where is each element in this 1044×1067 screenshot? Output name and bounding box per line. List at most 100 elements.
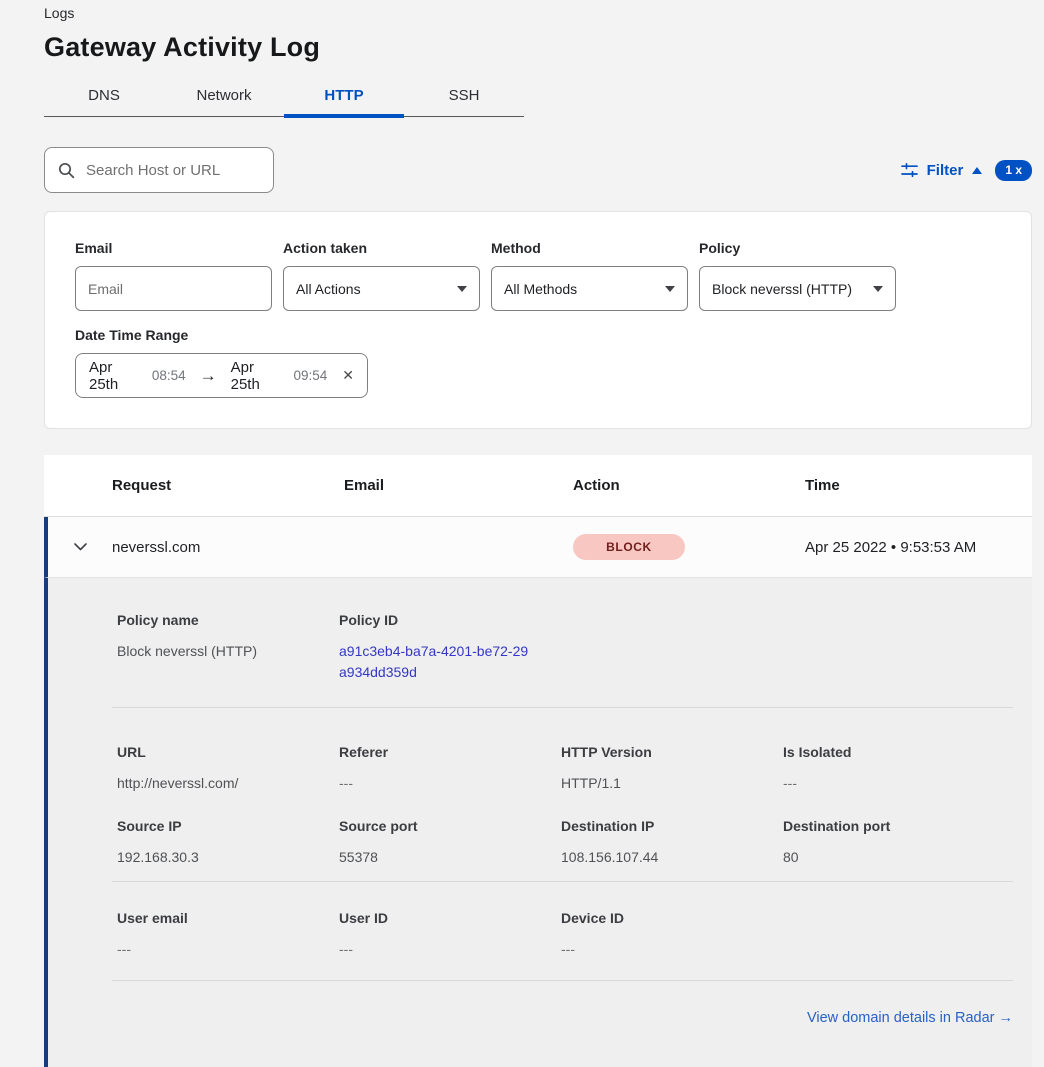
action-taken-label: Action taken bbox=[283, 240, 480, 257]
action-taken-select[interactable]: All Actions bbox=[283, 266, 480, 311]
column-header-email: Email bbox=[344, 477, 573, 494]
date-range-label: Date Time Range bbox=[75, 327, 1001, 344]
device-id-value: --- bbox=[561, 939, 783, 960]
radar-link-label: View domain details in Radar bbox=[807, 1010, 995, 1026]
breadcrumb: Logs bbox=[44, 4, 1032, 22]
user-email-field: User email --- bbox=[117, 910, 339, 960]
row-expand-toggle[interactable] bbox=[48, 543, 112, 551]
activity-log-table: Request Email Action Time neverssl.com B… bbox=[44, 455, 1032, 1067]
end-time[interactable]: 09:54 bbox=[293, 368, 327, 383]
method-value: All Methods bbox=[504, 281, 577, 297]
policy-id-field: Policy ID a91c3eb4-ba7a-4201-be72-29a934… bbox=[339, 612, 1013, 683]
destination-port-field: Destination port 80 bbox=[783, 818, 1013, 868]
is-isolated-value: --- bbox=[783, 773, 1013, 794]
email-input[interactable] bbox=[75, 266, 272, 311]
action-taken-value: All Actions bbox=[296, 281, 361, 297]
source-port-value: 55378 bbox=[339, 847, 561, 868]
url-label: URL bbox=[117, 744, 339, 761]
radar-link[interactable]: View domain details in Radar → bbox=[807, 1010, 1013, 1026]
filter-field-action-taken: Action taken All Actions bbox=[283, 240, 480, 311]
device-id-field: Device ID --- bbox=[561, 910, 783, 960]
date-range-picker[interactable]: Apr 25th 08:54 → Apr 25th 09:54 ✕ bbox=[75, 353, 368, 398]
chevron-down-icon bbox=[665, 286, 675, 292]
policy-section: Policy name Block neverssl (HTTP) Policy… bbox=[112, 612, 1013, 683]
arrow-right-icon: → bbox=[200, 366, 217, 386]
method-select[interactable]: All Methods bbox=[491, 266, 688, 311]
row-request: neverssl.com bbox=[112, 539, 344, 556]
source-port-label: Source port bbox=[339, 818, 561, 835]
is-isolated-field: Is Isolated --- bbox=[783, 744, 1013, 794]
search-box[interactable] bbox=[44, 147, 274, 193]
http-version-value: HTTP/1.1 bbox=[561, 773, 783, 794]
destination-ip-label: Destination IP bbox=[561, 818, 783, 835]
filter-field-policy: Policy Block neverssl (HTTP) bbox=[699, 240, 896, 311]
column-header-action: Action bbox=[573, 477, 805, 494]
device-id-label: Device ID bbox=[561, 910, 783, 927]
filter-field-email: Email bbox=[75, 240, 272, 311]
destination-ip-value: 108.156.107.44 bbox=[561, 847, 783, 868]
user-id-value: --- bbox=[339, 939, 561, 960]
destination-port-value: 80 bbox=[783, 847, 1013, 868]
close-icon[interactable]: ✕ bbox=[342, 367, 354, 384]
arrow-right-icon: → bbox=[999, 1010, 1014, 1026]
column-header-time: Time bbox=[805, 477, 1032, 494]
destination-port-label: Destination port bbox=[783, 818, 1013, 835]
gateway-activity-log-page: Logs Gateway Activity Log DNS Network HT… bbox=[0, 0, 1044, 1067]
destination-ip-field: Destination IP 108.156.107.44 bbox=[561, 818, 783, 868]
referer-field: Referer --- bbox=[339, 744, 561, 794]
start-date[interactable]: Apr 25th bbox=[89, 359, 143, 393]
filter-count-badge[interactable]: 1 x bbox=[995, 160, 1032, 181]
column-header-request: Request bbox=[112, 477, 344, 494]
url-value: http://neverssl.com/ bbox=[117, 773, 339, 794]
policy-value: Block neverssl (HTTP) bbox=[712, 281, 852, 297]
row-details-panel: Policy name Block neverssl (HTTP) Policy… bbox=[44, 578, 1032, 1067]
tab-ssh[interactable]: SSH bbox=[404, 77, 524, 116]
start-time[interactable]: 08:54 bbox=[152, 368, 186, 383]
filter-sliders-icon bbox=[901, 163, 918, 178]
search-icon bbox=[58, 162, 75, 179]
user-email-label: User email bbox=[117, 910, 339, 927]
filter-field-method: Method All Methods bbox=[491, 240, 688, 311]
chevron-down-icon bbox=[74, 543, 87, 551]
filter-toggle[interactable]: Filter 1 x bbox=[901, 160, 1032, 181]
method-label: Method bbox=[491, 240, 688, 257]
block-status-badge: BLOCK bbox=[573, 534, 685, 560]
source-port-field: Source port 55378 bbox=[339, 818, 561, 868]
policy-select[interactable]: Block neverssl (HTTP) bbox=[699, 266, 896, 311]
tab-network[interactable]: Network bbox=[164, 77, 284, 116]
user-email-value: --- bbox=[117, 939, 339, 960]
policy-name-value: Block neverssl (HTTP) bbox=[117, 641, 339, 662]
table-header-row: Request Email Action Time bbox=[44, 455, 1032, 517]
policy-name-label: Policy name bbox=[117, 612, 339, 629]
chevron-up-icon bbox=[972, 167, 982, 174]
search-input[interactable] bbox=[86, 162, 256, 179]
row-action: BLOCK bbox=[573, 534, 805, 560]
url-field: URL http://neverssl.com/ bbox=[117, 744, 339, 794]
http-version-label: HTTP Version bbox=[561, 744, 783, 761]
email-label: Email bbox=[75, 240, 272, 257]
policy-id-label: Policy ID bbox=[339, 612, 1013, 629]
divider bbox=[112, 980, 1013, 981]
table-row[interactable]: neverssl.com BLOCK Apr 25 2022 • 9:53:53… bbox=[44, 517, 1032, 578]
policy-id-link[interactable]: a91c3eb4-ba7a-4201-be72-29a934dd359d bbox=[339, 641, 531, 683]
divider bbox=[112, 881, 1013, 882]
search-filter-row: Filter 1 x bbox=[44, 147, 1032, 193]
end-date[interactable]: Apr 25th bbox=[231, 359, 285, 393]
filter-label: Filter bbox=[927, 162, 964, 179]
tab-http[interactable]: HTTP bbox=[284, 77, 404, 116]
http-version-field: HTTP Version HTTP/1.1 bbox=[561, 744, 783, 794]
radar-link-row: View domain details in Radar → bbox=[112, 1009, 1013, 1027]
http-section: URL http://neverssl.com/ Referer --- HTT… bbox=[112, 744, 1013, 794]
row-time: Apr 25 2022 • 9:53:53 AM bbox=[805, 539, 1032, 556]
identity-section: User email --- User ID --- Device ID --- bbox=[112, 910, 1013, 960]
log-type-tabs: DNS Network HTTP SSH bbox=[44, 77, 524, 117]
user-id-field: User ID --- bbox=[339, 910, 561, 960]
source-ip-value: 192.168.30.3 bbox=[117, 847, 339, 868]
chevron-down-icon bbox=[457, 286, 467, 292]
divider bbox=[112, 707, 1013, 708]
user-id-label: User ID bbox=[339, 910, 561, 927]
network-section: Source IP 192.168.30.3 Source port 55378… bbox=[112, 818, 1013, 868]
tab-dns[interactable]: DNS bbox=[44, 77, 164, 116]
page-title: Gateway Activity Log bbox=[44, 30, 1032, 64]
policy-name-field: Policy name Block neverssl (HTTP) bbox=[117, 612, 339, 683]
